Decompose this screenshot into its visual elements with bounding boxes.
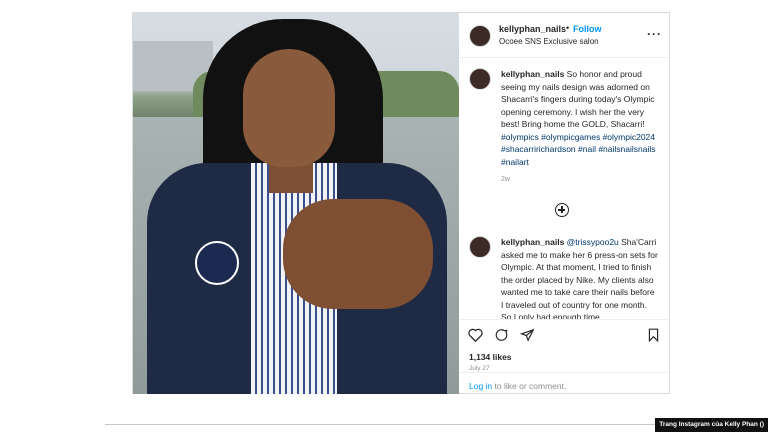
more-options-icon[interactable]: ··· — [647, 27, 662, 41]
caption-time: 2w — [501, 176, 510, 183]
comment-body: Sha'Carri asked me to make her 6 press-o… — [501, 237, 658, 320]
login-rest: to like or comment. — [492, 381, 567, 391]
paper-plane-icon[interactable] — [519, 328, 535, 346]
action-bar: 1,134 likes July 27 — [459, 319, 670, 372]
header-username[interactable]: kellyphan_nails — [499, 24, 566, 34]
olympic-badge — [195, 241, 239, 285]
caption-text: kellyphan_nails So honor and proud seein… — [501, 68, 659, 187]
plus-circle-icon[interactable] — [555, 203, 569, 217]
post-date: July 27 — [469, 365, 490, 372]
image-credit: Trang Instagram của Kelly Phan () — [655, 418, 768, 432]
login-prompt-text: Log in to like or comment. — [469, 381, 566, 391]
likes-count[interactable]: 1,134 likes — [469, 352, 512, 362]
caption-hashtags[interactable]: #olympics #olympicgames #olympic2024 #sh… — [501, 132, 656, 167]
photo-face — [243, 49, 335, 167]
heart-icon[interactable] — [468, 328, 483, 346]
comment-mention[interactable]: @trissypoo2u — [564, 237, 619, 247]
photo-hands — [283, 199, 433, 309]
bookmark-icon[interactable] — [647, 328, 660, 346]
instagram-post: kellyphan_nails • Follow Ocoee SNS Exclu… — [132, 12, 670, 394]
comment-username[interactable]: kellyphan_nails — [501, 69, 564, 79]
comments-panel[interactable]: kellyphan_nails So honor and proud seein… — [459, 58, 670, 320]
post-photo[interactable] — [133, 13, 459, 394]
login-link[interactable]: Log in — [469, 381, 492, 391]
login-prompt: Log in to like or comment. — [459, 372, 670, 395]
comment-username[interactable]: kellyphan_nails — [501, 237, 564, 247]
comment-icon[interactable] — [494, 328, 509, 346]
header-location[interactable]: Ocoee SNS Exclusive salon — [499, 37, 599, 46]
avatar[interactable] — [469, 25, 491, 47]
comment-text: kellyphan_nails @trissypoo2u Sha'Carri a… — [501, 236, 659, 320]
follow-button[interactable]: Follow — [573, 24, 602, 34]
avatar[interactable] — [469, 68, 491, 90]
post-header: kellyphan_nails • Follow Ocoee SNS Exclu… — [459, 13, 670, 58]
separator-dot: • — [566, 23, 570, 33]
avatar[interactable] — [469, 236, 491, 258]
